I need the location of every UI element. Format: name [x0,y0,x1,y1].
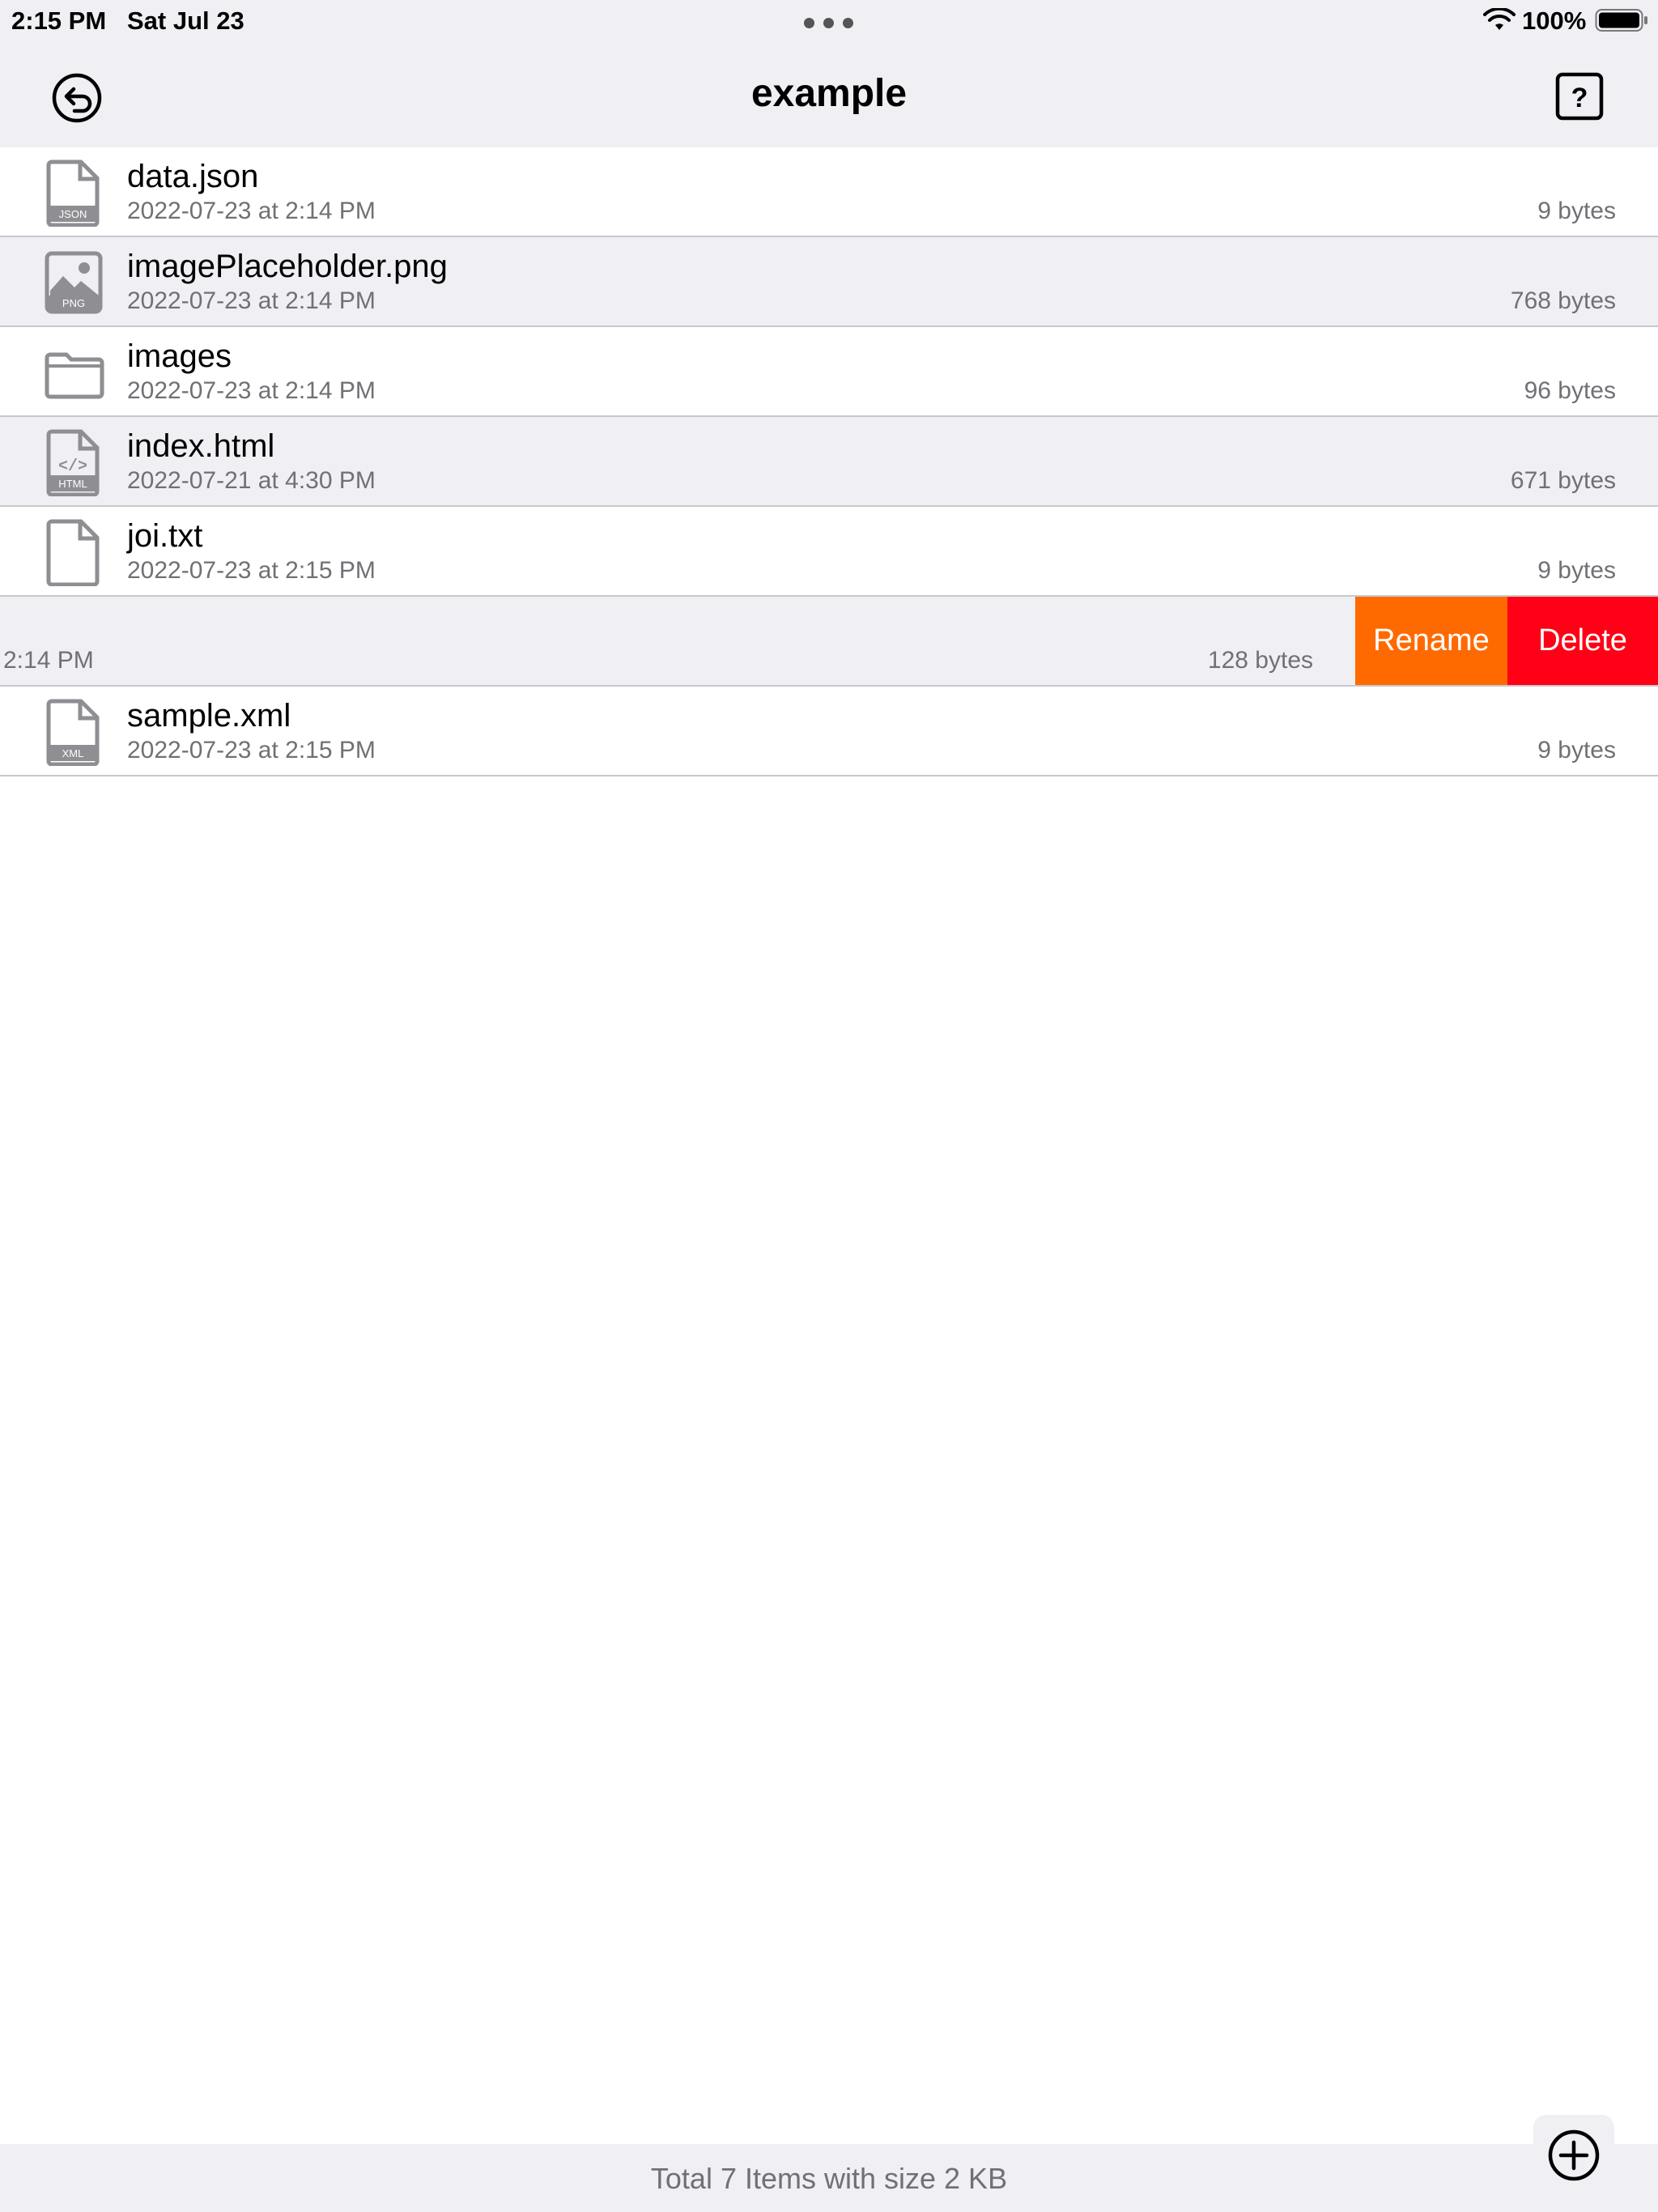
html-file-icon: </> HTML [46,429,100,496]
file-size: 128 bytes [1207,647,1313,674]
file-row[interactable]: XML sample.xml 2022-07-23 at 2:15 PM 9 b… [0,687,1658,776]
status-time: 2:15 PM [11,6,107,35]
footer-toolbar: Total 7 Items with size 2 KB [0,2144,1658,2212]
json-file-icon: JSON [46,160,100,227]
file-size: 9 bytes [1537,557,1616,584]
svg-text:JSON: JSON [59,208,87,220]
file-date: 2022-07-23 at 2:15 PM [127,557,376,584]
file-size: 671 bytes [1510,467,1616,494]
add-button[interactable] [1533,2115,1614,2196]
page-title: example [750,72,908,115]
file-size: 96 bytes [1524,377,1616,404]
svg-text:?: ? [1571,83,1588,113]
png-image-file-icon: PNG [45,251,103,314]
wifi-icon [1483,8,1516,30]
multitask-dots-icon[interactable] [804,18,854,29]
svg-text:</>: </> [58,457,87,476]
help-box-icon[interactable]: ? [1553,70,1606,123]
file-size: 9 bytes [1537,737,1616,764]
xml-file-icon: XML [46,699,100,766]
file-name: images [127,338,232,374]
file-size: 9 bytes [1537,198,1616,224]
navigation-bar: example ? [0,40,1658,147]
svg-text:HTML: HTML [58,478,87,490]
file-name: data.json [127,159,259,194]
status-date: Sat Jul 23 [127,6,244,35]
file-date: 2022-07-23 at 2:14 PM [127,198,376,224]
battery-percentage: 100% [1522,6,1587,35]
file-size: 768 bytes [1510,287,1616,314]
file-date: 2022-07-21 at 4:30 PM [127,467,376,494]
file-name: sample.xml [127,698,291,734]
file-date: 2022-07-23 at 2:15 PM [127,737,376,764]
file-name: index.html [127,428,275,464]
file-name: imagePlaceholder.png [127,249,448,284]
file-date: 2022-07-23 at 2:14 PM [127,377,376,404]
rename-button[interactable]: Rename [1355,597,1507,685]
delete-button[interactable]: Delete [1507,597,1658,685]
file-row[interactable]: joi.txt 2022-07-23 at 2:15 PM 9 bytes [0,507,1658,597]
file-row[interactable]: JSON data.json 2022-07-23 at 2:14 PM 9 b… [0,147,1658,237]
status-bar: 2:15 PM Sat Jul 23 100% [0,0,1658,40]
file-browser-screen: 2:15 PM Sat Jul 23 100% example ? JSON d… [0,0,1658,2212]
plus-circle-icon [1548,2129,1600,2181]
battery-icon [1595,9,1647,32]
folder-icon [45,352,104,399]
file-date: 2022-07-23 at 2:14 PM [127,287,376,314]
items-summary: Total 7 Items with size 2 KB [650,2162,1008,2195]
file-date: 2:14 PM [3,647,94,674]
file-row[interactable]: PNG imagePlaceholder.png 2022-07-23 at 2… [0,237,1658,327]
file-name: joi.txt [127,518,203,554]
text-file-icon [46,519,100,586]
svg-text:PNG: PNG [62,297,85,309]
file-list: JSON data.json 2022-07-23 at 2:14 PM 9 b… [0,147,1658,776]
file-row[interactable]: </> HTML index.html 2022-07-21 at 4:30 P… [0,417,1658,507]
swiped-file-row[interactable]: 2:14 PM 128 bytes Rename Delete [0,597,1658,687]
file-row[interactable]: images 2022-07-23 at 2:14 PM 96 bytes [0,327,1658,417]
svg-text:XML: XML [62,747,84,759]
